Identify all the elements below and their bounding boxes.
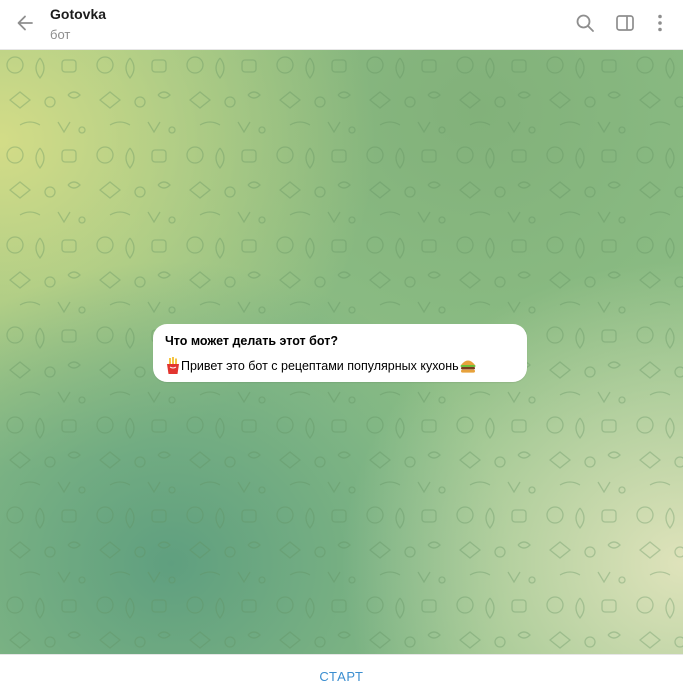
start-button-label: СТАРТ — [319, 669, 364, 684]
more-vertical-icon — [658, 14, 662, 32]
chat-title: Gotovka — [50, 6, 107, 22]
burger-emoji-icon — [460, 360, 476, 373]
fries-emoji-icon — [167, 357, 179, 374]
start-button[interactable]: СТАРТ — [0, 654, 683, 698]
arrow-left-icon — [17, 15, 33, 31]
bot-info-message: Что может делать этот бот? Привет это бо… — [153, 324, 527, 382]
message-body: Привет это бот с рецептами популярных ку… — [165, 357, 517, 375]
message-text: Привет это бот с рецептами популярных ку… — [181, 359, 459, 373]
sidebar-toggle-icon — [616, 15, 634, 31]
chat-title-block[interactable]: Gotovka бот — [50, 6, 106, 43]
more-menu-button[interactable] — [647, 10, 673, 36]
telegram-chat-window: Gotovka бот Что может делать этот бот? П… — [0, 0, 683, 698]
message-title: Что может делать этот бот? — [165, 334, 338, 348]
search-button[interactable] — [572, 10, 598, 36]
sidebar-toggle-button[interactable] — [612, 10, 638, 36]
chat-area: Что может делать этот бот? Привет это бо… — [0, 50, 683, 654]
search-icon — [576, 14, 594, 32]
back-button[interactable] — [10, 8, 40, 38]
chat-header: Gotovka бот — [0, 0, 683, 50]
chat-subtitle: бот — [50, 27, 71, 42]
